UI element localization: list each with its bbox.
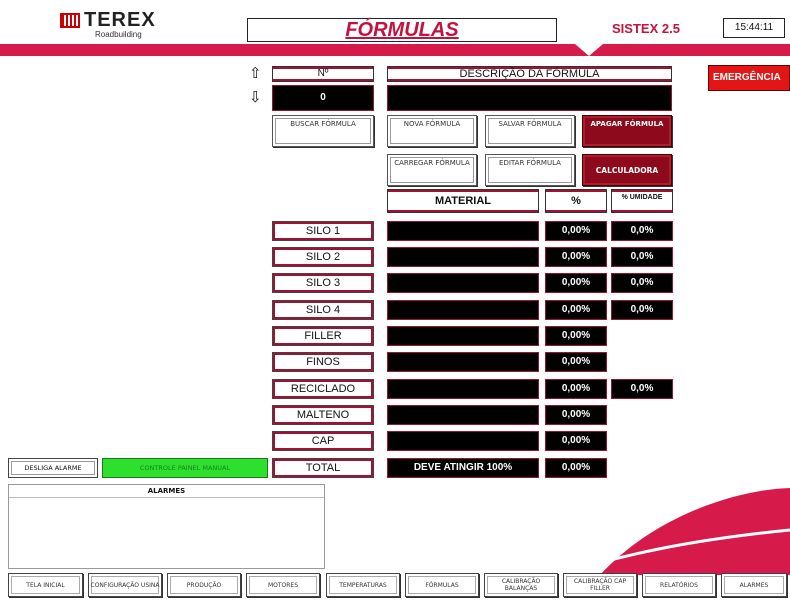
alarm-panel: ALARMES <box>8 484 325 569</box>
row-moisture-silo1[interactable]: 0,0% <box>611 221 673 241</box>
row-label-silo4: SILO 4 <box>272 300 374 320</box>
row-label-silo3: SILO 3 <box>272 273 374 293</box>
row-material-silo4[interactable] <box>387 300 539 320</box>
search-formula-button[interactable]: BUSCAR FÓRMULA <box>272 115 374 147</box>
load-formula-button[interactable]: CARREGAR FÓRMULA <box>387 154 477 186</box>
material-column-header: MATERIAL <box>387 189 539 213</box>
row-material-malteno[interactable] <box>387 405 539 425</box>
clock-display: 15:44:11 <box>723 18 785 38</box>
nav-temperatures[interactable]: TEMPERATURAS <box>326 573 400 597</box>
row-material-silo2[interactable] <box>387 247 539 267</box>
terex-logo-icon <box>60 13 80 28</box>
decorative-swoosh <box>560 488 790 575</box>
row-label-finos: FINOS <box>272 352 374 372</box>
formula-number-field[interactable]: 0 <box>272 85 374 111</box>
row-label-cap: CAP <box>272 431 374 451</box>
row-material-silo1[interactable] <box>387 221 539 241</box>
row-label-silo1: SILO 1 <box>272 221 374 241</box>
nav-reports[interactable]: RELATÓRIOS <box>642 573 716 597</box>
nav-cap-filler-calibration[interactable]: CALIBRAÇÃO CAP FILLER <box>563 573 637 597</box>
row-pct-reciclado[interactable]: 0,00% <box>545 379 607 399</box>
header-accent-bar <box>0 44 790 56</box>
alarm-panel-title: ALARMES <box>9 485 324 498</box>
page-title: FÓRMULAS <box>247 18 557 42</box>
row-pct-silo1[interactable]: 0,00% <box>545 221 607 241</box>
row-label-reciclado: RECICLADO <box>272 379 374 399</box>
row-pct-filler[interactable]: 0,00% <box>545 326 607 346</box>
row-moisture-silo2[interactable]: 0,0% <box>611 247 673 267</box>
save-formula-button[interactable]: SALVAR FÓRMULA <box>485 115 575 147</box>
row-material-finos[interactable] <box>387 352 539 372</box>
nav-home[interactable]: TELA INICIAL <box>8 573 83 597</box>
row-label-silo2: SILO 2 <box>272 247 374 267</box>
calculator-button[interactable]: CALCULADORA <box>582 154 672 186</box>
disable-alarm-button[interactable]: DESLIGA ALARME <box>8 458 98 478</box>
nav-scale-calibration[interactable]: CALIBRAÇÃO BALANÇAS <box>484 573 558 597</box>
arrow-up-icon[interactable]: ⇧ <box>249 66 262 81</box>
row-label-filler: FILLER <box>272 326 374 346</box>
row-moisture-silo4[interactable]: 0,0% <box>611 300 673 320</box>
logo-text: TEREX <box>84 9 156 31</box>
header-bar: TEREX Roadbuilding FÓRMULAS SISTEX 2.5 1… <box>0 0 790 44</box>
nav-motors[interactable]: MOTORES <box>246 573 320 597</box>
delete-formula-button[interactable]: APAGAR FÓRMULA <box>582 115 672 147</box>
total-label: TOTAL <box>272 458 374 478</box>
row-material-filler[interactable] <box>387 326 539 346</box>
row-moisture-silo3[interactable]: 0,0% <box>611 273 673 293</box>
formula-number-header: Nº <box>272 66 374 82</box>
moisture-column-header: % UMIDADE <box>611 189 673 213</box>
row-label-malteno: MALTENO <box>272 405 374 425</box>
row-material-reciclado[interactable] <box>387 379 539 399</box>
arrow-down-icon[interactable]: ⇩ <box>249 90 262 105</box>
manual-panel-control-button[interactable]: CONTROLE PAINEL MANUAL <box>102 458 268 478</box>
row-pct-silo2[interactable]: 0,00% <box>545 247 607 267</box>
row-moisture-reciclado[interactable]: 0,0% <box>611 379 673 399</box>
total-message: DEVE ATINGIR 100% <box>387 458 539 478</box>
formula-description-field[interactable] <box>387 85 672 111</box>
header-notch <box>575 44 603 56</box>
row-pct-silo3[interactable]: 0,00% <box>545 273 607 293</box>
logo-subtitle: Roadbuilding <box>95 30 142 39</box>
system-version: SISTEX 2.5 <box>612 21 680 36</box>
row-pct-cap[interactable]: 0,00% <box>545 431 607 451</box>
emergency-button[interactable]: EMERGÊNCIA <box>708 65 790 91</box>
row-material-silo3[interactable] <box>387 273 539 293</box>
new-formula-button[interactable]: NOVA FÓRMULA <box>387 115 477 147</box>
percent-column-header: % <box>545 189 607 213</box>
row-pct-finos[interactable]: 0,00% <box>545 352 607 372</box>
nav-alarms[interactable]: ALARMES <box>721 573 787 597</box>
row-pct-malteno[interactable]: 0,00% <box>545 405 607 425</box>
row-pct-silo4[interactable]: 0,00% <box>545 300 607 320</box>
nav-plant-config[interactable]: CONFIGURAÇÃO USINA <box>88 573 162 597</box>
edit-formula-button[interactable]: EDITAR FÓRMULA <box>485 154 575 186</box>
formula-description-header: DESCRIÇÃO DA FÓRMULA <box>387 66 672 82</box>
nav-formulas[interactable]: FÓRMULAS <box>405 573 479 597</box>
row-material-cap[interactable] <box>387 431 539 451</box>
terex-logo: TEREX Roadbuilding <box>60 9 170 40</box>
nav-production[interactable]: PRODUÇÃO <box>167 573 241 597</box>
